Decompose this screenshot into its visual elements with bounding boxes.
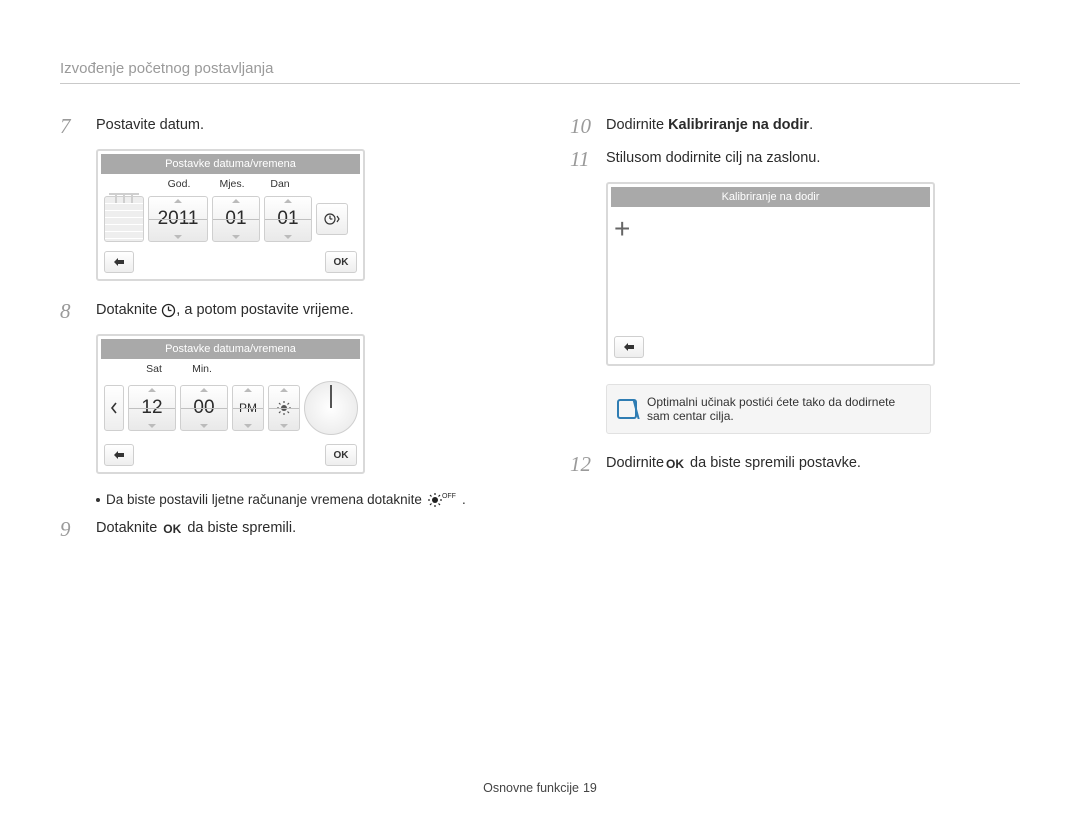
step-text: Postavite datum. xyxy=(96,114,204,137)
note-box: Optimalni učinak postići ćete tako da do… xyxy=(606,384,931,434)
step-text: DodirniteOK da biste spremili postavke. xyxy=(606,452,861,475)
step-text: Dodirnite Kalibriranje na dodir. xyxy=(606,114,813,137)
step-num: 8 xyxy=(60,299,86,324)
clock-icon xyxy=(161,303,176,318)
step-10: 10 Dodirnite Kalibriranje na dodir. xyxy=(570,114,1020,139)
step-11: 11 Stilusom dodirnite cilj na zaslonu. xyxy=(570,147,1020,172)
step-num: 9 xyxy=(60,517,86,542)
ok-inline: OK xyxy=(163,522,181,536)
step-9: 9 Dotaknite OK da biste spremili. xyxy=(60,517,510,542)
screen-title: Postavke datuma/vremena xyxy=(101,154,360,174)
label-year: God. xyxy=(150,178,208,190)
step-12: 12 DodirniteOK da biste spremili postavk… xyxy=(570,452,1020,477)
flip-year[interactable]: 2011 xyxy=(148,196,208,242)
ok-button[interactable]: OK xyxy=(325,251,357,273)
flip-ampm[interactable]: PM xyxy=(232,385,264,431)
back-button[interactable] xyxy=(104,251,134,273)
bullet-icon xyxy=(96,498,100,502)
step-text: Dotaknite OK da biste spremili. xyxy=(96,517,296,540)
screen-calibration: Kalibriranje na dodir + xyxy=(606,182,935,366)
step-num: 7 xyxy=(60,114,86,139)
ok-inline: OK xyxy=(666,457,684,471)
screen-time: Postavke datuma/vremena Sat Min. 12 00 P… xyxy=(96,334,365,474)
back-button[interactable] xyxy=(104,444,134,466)
back-button[interactable] xyxy=(614,336,644,358)
screen-title: Postavke datuma/vremena xyxy=(101,339,360,359)
step-text: Stilusom dodirnite cilj na zaslonu. xyxy=(606,147,820,170)
note-text: Optimalni učinak postići ćete tako da do… xyxy=(647,395,920,423)
flip-day[interactable]: 01 xyxy=(264,196,312,242)
page-title: Izvođenje početnog postavljanja xyxy=(60,60,1020,84)
flip-dst[interactable] xyxy=(268,385,300,431)
dst-off-icon: OFF xyxy=(428,493,456,507)
calendar-icon xyxy=(104,196,144,242)
label-min: Min. xyxy=(178,363,226,375)
time-mode-button[interactable] xyxy=(316,203,348,235)
step-num: 12 xyxy=(570,452,596,477)
label-hour: Sat xyxy=(130,363,178,375)
flip-hour[interactable]: 12 xyxy=(128,385,176,431)
ok-button[interactable]: OK xyxy=(325,444,357,466)
calibration-target-icon[interactable]: + xyxy=(614,213,630,245)
flip-min[interactable]: 00 xyxy=(180,385,228,431)
date-mode-button[interactable] xyxy=(104,385,124,431)
step-num: 11 xyxy=(570,147,596,172)
label-month: Mjes. xyxy=(208,178,256,190)
label-day: Dan xyxy=(256,178,304,190)
clock-dial xyxy=(304,381,358,435)
flip-month[interactable]: 01 xyxy=(212,196,260,242)
screen-date: Postavke datuma/vremena God. Mjes. Dan 2… xyxy=(96,149,365,281)
step-7: 7 Postavite datum. xyxy=(60,114,510,139)
step-8: 8 Dotaknite , a potom postavite vrijeme. xyxy=(60,299,510,324)
dst-bullet: Da biste postavili ljetne računanje vrem… xyxy=(96,492,510,507)
note-icon xyxy=(617,399,637,419)
screen-title: Kalibriranje na dodir xyxy=(611,187,930,207)
page-footer: Osnovne funkcije19 xyxy=(0,781,1080,795)
step-text: Dotaknite , a potom postavite vrijeme. xyxy=(96,299,354,322)
step-num: 10 xyxy=(570,114,596,139)
